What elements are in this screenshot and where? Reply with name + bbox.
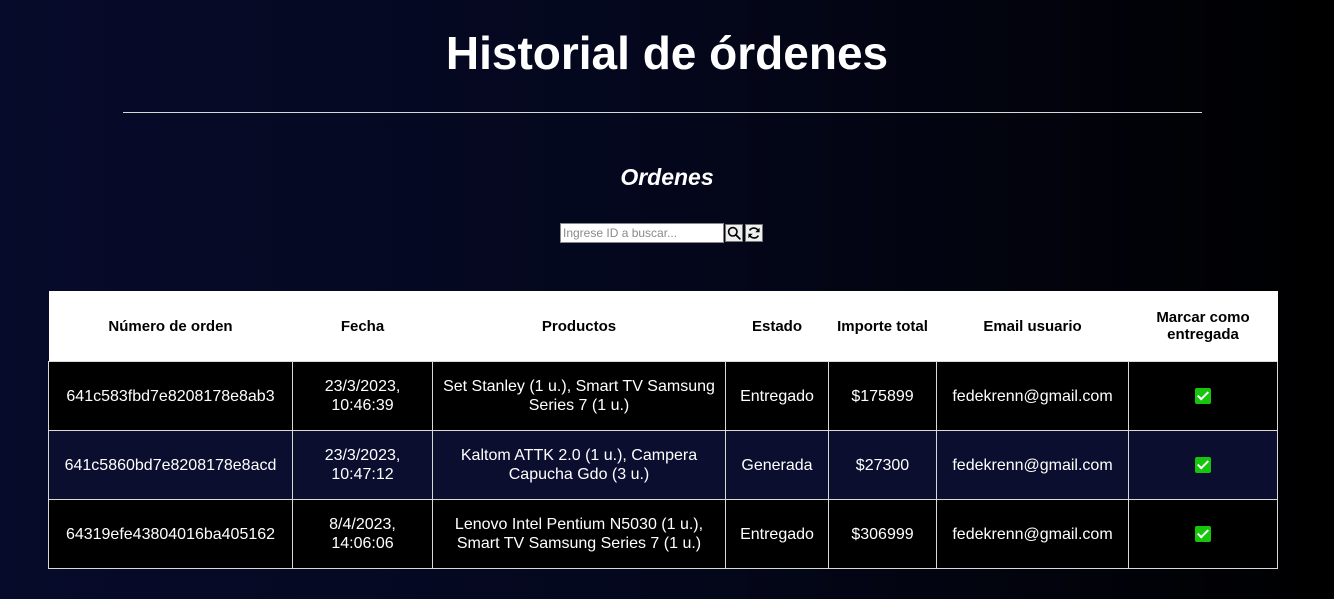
- email-cell: fedekrenn@gmail.com: [936, 430, 1129, 500]
- header-mark-delivered: Marcar como entregada: [1128, 291, 1278, 362]
- page-title: Historial de órdenes: [445, 27, 889, 79]
- header-products: Productos: [432, 291, 726, 362]
- total-cell: $27300: [828, 430, 937, 500]
- status-cell: Generada: [725, 430, 829, 500]
- header-total: Importe total: [828, 291, 937, 362]
- check-mark-button-icon[interactable]: [1195, 388, 1211, 405]
- date-cell: 23/3/2023, 10:47:12: [292, 430, 433, 500]
- order-number-cell: 64319efe43804016ba405162: [48, 499, 293, 569]
- email-cell: fedekrenn@gmail.com: [936, 361, 1129, 431]
- table-row: 641c5860bd7e8208178e8acd 23/3/2023, 10:4…: [48, 430, 1278, 500]
- order-number-cell: 641c5860bd7e8208178e8acd: [48, 430, 293, 500]
- section-title: Ordenes: [620, 164, 714, 190]
- mark-delivered-cell: [1128, 499, 1278, 569]
- table-row: 64319efe43804016ba405162 8/4/2023, 14:06…: [48, 499, 1278, 569]
- total-cell: $175899: [828, 361, 937, 431]
- products-cell: Kaltom ATTK 2.0 (1 u.), Campera Capucha …: [432, 430, 726, 500]
- header-email: Email usuario: [936, 291, 1129, 362]
- mark-delivered-cell: [1128, 361, 1278, 431]
- total-cell: $306999: [828, 499, 937, 569]
- check-mark-button-icon[interactable]: [1195, 526, 1211, 543]
- table-header: Número de orden Fecha Productos Estado I…: [48, 291, 1278, 362]
- date-cell: 8/4/2023, 14:06:06: [292, 499, 433, 569]
- orders-table: Número de orden Fecha Productos Estado I…: [48, 291, 1278, 569]
- status-cell: Entregado: [725, 499, 829, 569]
- header-status: Estado: [725, 291, 829, 362]
- order-number-cell: 641c583fbd7e8208178e8ab3: [48, 361, 293, 431]
- header-date: Fecha: [292, 291, 433, 362]
- mark-delivered-cell: [1128, 430, 1278, 500]
- status-cell: Entregado: [725, 361, 829, 431]
- search-bar: [560, 223, 763, 243]
- refresh-icon: [748, 227, 760, 239]
- email-cell: fedekrenn@gmail.com: [936, 499, 1129, 569]
- check-mark-button-icon[interactable]: [1195, 457, 1211, 474]
- date-cell: 23/3/2023, 10:46:39: [292, 361, 433, 431]
- header-order-number: Número de orden: [48, 291, 293, 362]
- title-divider: [123, 112, 1202, 113]
- table-row: 641c583fbd7e8208178e8ab3 23/3/2023, 10:4…: [48, 361, 1278, 431]
- products-cell: Lenovo Intel Pentium N5030 (1 u.), Smart…: [432, 499, 726, 569]
- search-input[interactable]: [560, 223, 724, 243]
- refresh-button[interactable]: [745, 224, 763, 242]
- products-cell: Set Stanley (1 u.), Smart TV Samsung Ser…: [432, 361, 726, 431]
- search-button[interactable]: [725, 224, 743, 242]
- search-icon: [727, 226, 741, 240]
